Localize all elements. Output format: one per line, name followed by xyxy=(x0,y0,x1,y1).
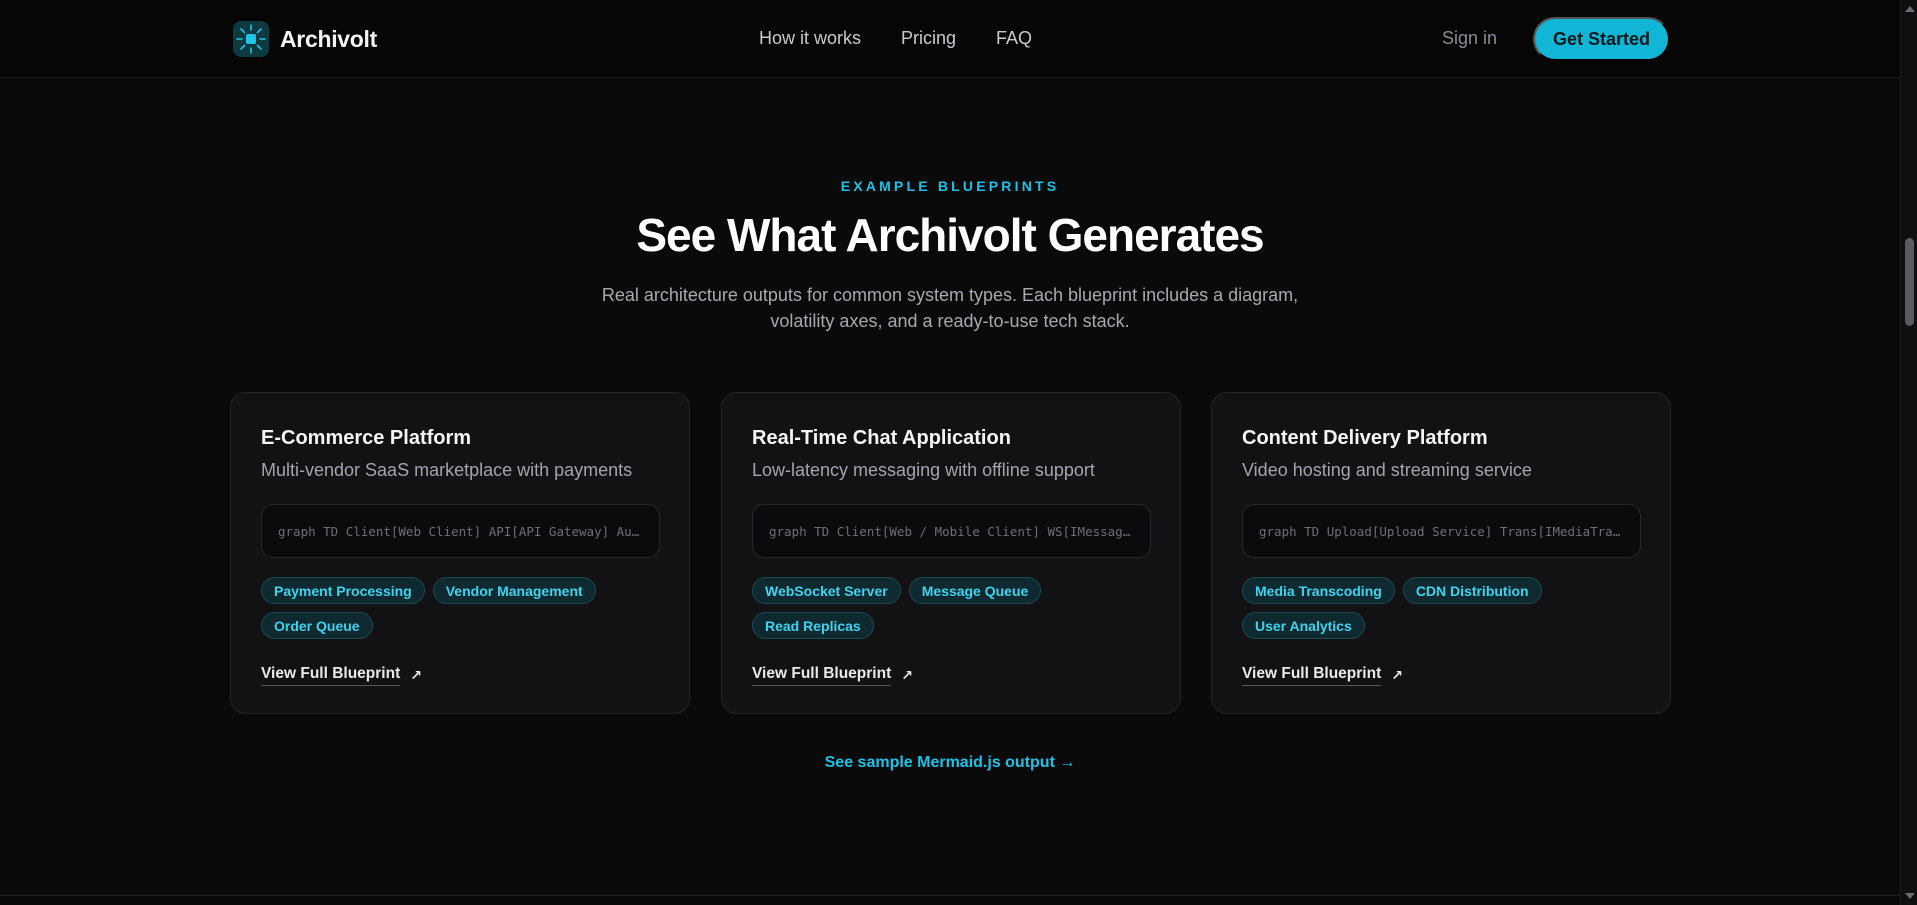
top-nav: Archivolt How it works Pricing FAQ Sign … xyxy=(0,0,1900,78)
card-title: Real-Time Chat Application xyxy=(752,427,1011,449)
blueprint-card-ecommerce: E-Commerce Platform Multi-vendor SaaS ma… xyxy=(230,392,690,714)
section-divider xyxy=(0,895,1900,896)
nav-links: How it works Pricing FAQ xyxy=(759,28,1032,49)
tag: Read Replicas xyxy=(752,612,874,639)
nav-link-how-it-works[interactable]: How it works xyxy=(759,28,861,49)
tag-list: WebSocket Server Message Queue Read Repl… xyxy=(752,577,1151,639)
sign-in-link[interactable]: Sign in xyxy=(1442,28,1497,49)
brand-link[interactable]: Archivolt xyxy=(233,21,377,57)
logo-core xyxy=(246,34,256,44)
code-text: graph TD Client[Web Client] API[API Gate… xyxy=(278,523,643,539)
tag: Order Queue xyxy=(261,612,373,639)
tag-list: Payment Processing Vendor Management Ord… xyxy=(261,577,660,639)
arrow-up-right-icon: ↗ xyxy=(410,667,422,683)
view-full-blueprint-link[interactable]: View Full Blueprint ↗ xyxy=(752,665,913,686)
link-label: View Full Blueprint xyxy=(261,665,401,686)
mermaid-code-preview: graph TD Client[Web Client] API[API Gate… xyxy=(261,504,660,558)
section-subtitle: Real architecture outputs for common sys… xyxy=(601,285,1299,331)
page-scrollbar[interactable] xyxy=(1900,0,1917,905)
mermaid-code-preview: graph TD Upload[Upload Service] Trans[IM… xyxy=(1242,504,1641,558)
archivolt-logo-icon xyxy=(233,21,269,57)
tag: Payment Processing xyxy=(261,577,425,604)
get-started-button[interactable]: Get Started xyxy=(1533,17,1670,61)
scroll-down-arrow-icon[interactable] xyxy=(1905,893,1915,899)
card-description: Low-latency messaging with offline suppo… xyxy=(752,460,1095,480)
section-title: See What Archivolt Generates xyxy=(636,209,1264,261)
mermaid-code-preview: graph TD Client[Web / Mobile Client] WS[… xyxy=(752,504,1151,558)
tag-list: Media Transcoding CDN Distribution User … xyxy=(1242,577,1641,639)
tag: Vendor Management xyxy=(432,577,596,604)
card-title: E-Commerce Platform xyxy=(261,427,472,449)
link-label: View Full Blueprint xyxy=(1242,665,1382,686)
scroll-up-arrow-icon[interactable] xyxy=(1905,6,1915,12)
tag: User Analytics xyxy=(1242,612,1365,639)
card-title: Content Delivery Platform xyxy=(1242,427,1488,449)
arrow-up-right-icon: ↗ xyxy=(901,667,913,683)
tag: Message Queue xyxy=(908,577,1042,604)
brand-name: Archivolt xyxy=(280,25,377,52)
code-text: graph TD Upload[Upload Service] Trans[IM… xyxy=(1259,523,1624,539)
card-description: Multi-vendor SaaS marketplace with payme… xyxy=(261,460,633,480)
nav-link-faq[interactable]: FAQ xyxy=(996,28,1032,49)
tag: CDN Distribution xyxy=(1402,577,1542,604)
view-full-blueprint-link[interactable]: View Full Blueprint ↗ xyxy=(1242,665,1403,686)
section-eyebrow: EXAMPLE BLUEPRINTS xyxy=(840,178,1060,194)
blueprint-card-chat: Real-Time Chat Application Low-latency m… xyxy=(721,392,1181,714)
view-full-blueprint-link[interactable]: View Full Blueprint ↗ xyxy=(261,665,422,686)
tag: Media Transcoding xyxy=(1242,577,1395,604)
nav-link-pricing[interactable]: Pricing xyxy=(901,28,956,49)
arrow-up-right-icon: ↗ xyxy=(1391,667,1403,683)
card-description: Video hosting and streaming service xyxy=(1242,460,1532,480)
link-label: View Full Blueprint xyxy=(752,665,892,686)
scrollbar-thumb[interactable] xyxy=(1905,238,1914,326)
blueprint-card-content-delivery: Content Delivery Platform Video hosting … xyxy=(1211,392,1671,714)
tag: WebSocket Server xyxy=(752,577,901,604)
sample-mermaid-output-link[interactable]: See sample Mermaid.js output → xyxy=(0,754,1900,772)
code-text: graph TD Client[Web / Mobile Client] WS[… xyxy=(769,523,1134,539)
